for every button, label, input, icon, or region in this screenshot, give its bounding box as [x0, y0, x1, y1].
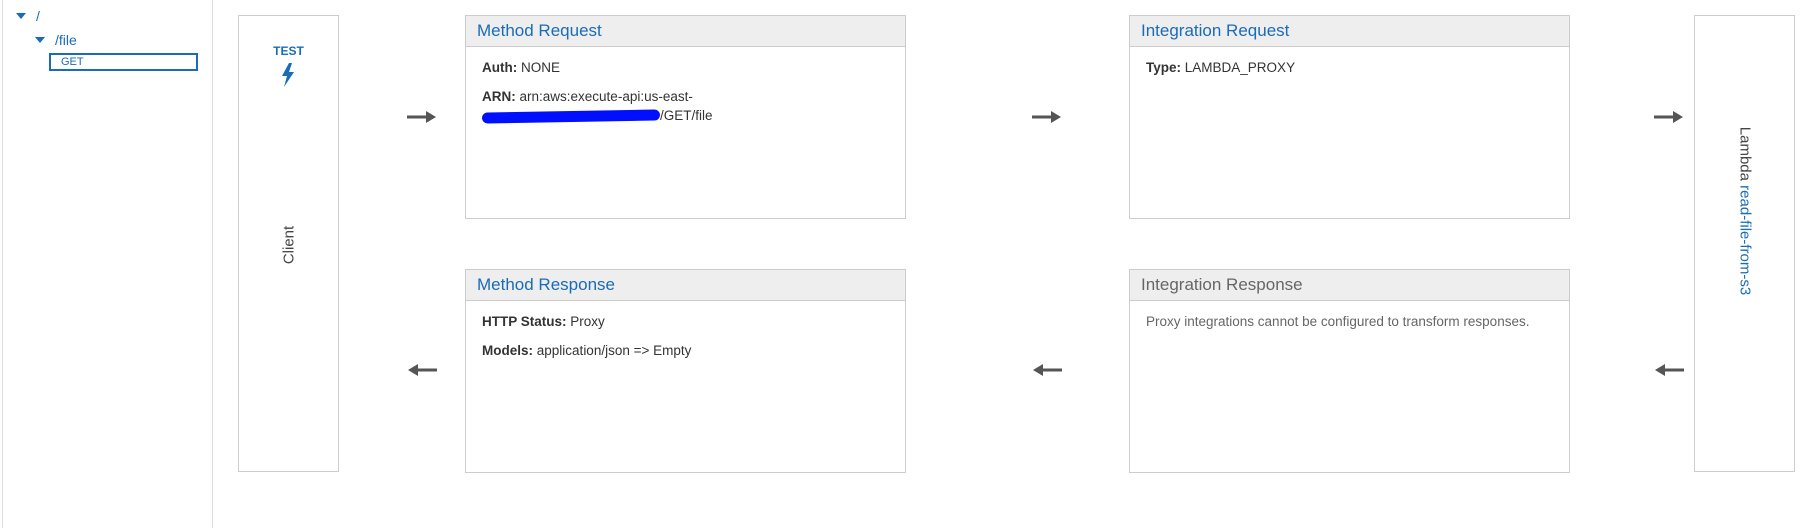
- client-label: Client: [280, 225, 297, 265]
- type-value: LAMBDA_PROXY: [1184, 60, 1296, 75]
- http-status-row: HTTP Status: Proxy: [482, 312, 889, 331]
- method-response-panel: Method Response HTTP Status: Proxy Model…: [465, 269, 906, 473]
- integration-request-title[interactable]: Integration Request: [1130, 16, 1569, 47]
- auth-key: Auth:: [482, 60, 518, 75]
- tree-item-get-method[interactable]: GET: [49, 53, 198, 71]
- left-border: [2, 0, 3, 528]
- arrow-left-icon: [1655, 364, 1684, 376]
- models-row: Models: application/json => Empty: [482, 341, 889, 360]
- arrow-right-icon: [407, 111, 436, 123]
- arrow-left-icon: [408, 364, 437, 376]
- method-request-title[interactable]: Method Request: [466, 16, 905, 47]
- method-response-title[interactable]: Method Response: [466, 270, 905, 301]
- client-panel: TEST Client: [238, 15, 339, 472]
- arn-row: ARN: arn:aws:execute-api:us-east- /GET/f…: [481, 87, 889, 125]
- tree-item-file[interactable]: /file: [35, 32, 77, 48]
- arn-suffix: /GET/file: [660, 108, 713, 123]
- arn-key: ARN:: [482, 89, 516, 104]
- redaction-mark: [481, 109, 661, 124]
- integration-response-message: Proxy integrations cannot be configured …: [1146, 314, 1530, 329]
- tree-root-label[interactable]: /: [36, 8, 40, 24]
- integration-response-title: Integration Response: [1130, 270, 1569, 301]
- integration-response-panel: Integration Response Proxy integrations …: [1129, 269, 1570, 473]
- arrow-right-icon: [1654, 111, 1683, 123]
- type-row: Type: LAMBDA_PROXY: [1146, 58, 1553, 77]
- models-value: application/json => Empty: [536, 343, 692, 358]
- caret-down-icon[interactable]: [16, 13, 26, 19]
- auth-row: Auth: NONE: [482, 58, 889, 77]
- lambda-label: Lambda read-file-from-s3: [1736, 127, 1753, 295]
- auth-value: NONE: [521, 60, 561, 75]
- http-status-value: Proxy: [570, 314, 605, 329]
- lambda-prefix: Lambda: [1736, 126, 1753, 182]
- lightning-bolt-icon[interactable]: [277, 62, 299, 88]
- type-key: Type:: [1146, 60, 1182, 75]
- caret-down-icon[interactable]: [35, 37, 45, 43]
- arrow-right-icon: [1032, 111, 1061, 123]
- arn-value: arn:aws:execute-api:us-east-: [519, 89, 693, 104]
- tree-item-root[interactable]: /: [16, 8, 40, 24]
- models-key: Models:: [482, 343, 534, 358]
- test-link[interactable]: TEST: [239, 44, 338, 58]
- lambda-function-link[interactable]: read-file-from-s3: [1736, 185, 1753, 295]
- http-status-key: HTTP Status:: [482, 314, 567, 329]
- method-request-panel: Method Request Auth: NONE ARN: arn:aws:e…: [465, 15, 906, 219]
- tree-file-label[interactable]: /file: [55, 32, 77, 48]
- lambda-panel: Lambda read-file-from-s3: [1694, 15, 1795, 472]
- arrow-left-icon: [1033, 364, 1062, 376]
- sidebar-divider: [212, 0, 213, 528]
- integration-request-panel: Integration Request Type: LAMBDA_PROXY: [1129, 15, 1570, 219]
